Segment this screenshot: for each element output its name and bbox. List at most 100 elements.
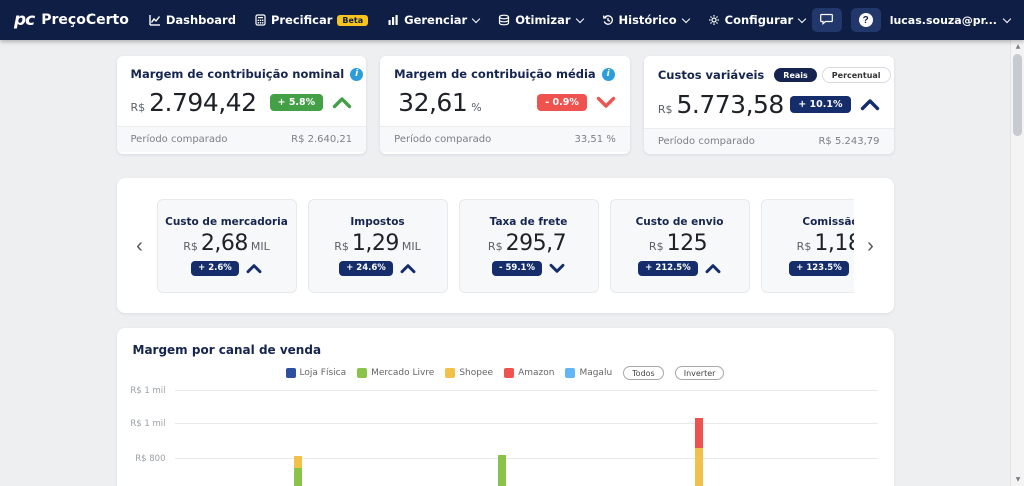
gear-icon <box>708 14 720 26</box>
nav-label: Gerenciar <box>404 13 468 27</box>
metric-amount: 32,61 <box>398 88 468 117</box>
legend-loja-fisica[interactable]: Loja Física <box>285 368 346 378</box>
trend-badge: - 0.9% <box>537 94 587 111</box>
todos-button[interactable]: Todos <box>623 366 664 380</box>
metric-card-margem-nominal: Margem de contribuição nominal i R$ 2.79… <box>116 56 367 154</box>
unit-suffix: MIL <box>401 239 421 253</box>
unit-suffix: % <box>471 101 482 114</box>
nav-historico[interactable]: Histórico <box>602 13 690 27</box>
chevron-down-icon <box>596 96 616 109</box>
chevron-up-icon <box>400 263 416 274</box>
toggle-percentual[interactable]: Percentual <box>821 67 891 83</box>
carousel-next-button[interactable]: › <box>860 226 882 266</box>
inverter-button[interactable]: Inverter <box>674 366 725 380</box>
nav-label: Precificar <box>270 13 333 27</box>
chart-title: Margem por canal de venda <box>132 343 322 357</box>
cost-value: R$ 1,29 MIL <box>334 231 421 256</box>
cost-amount: 1,29 <box>351 230 399 256</box>
cost-card-impostos: Impostos R$ 1,29 MIL + 24.6% <box>307 198 448 293</box>
y-axis-label: R$ 800 <box>135 453 166 464</box>
nav-dashboard[interactable]: Dashboard <box>149 13 236 27</box>
metric-footer: Período comparado R$ 2.640,21 <box>116 126 367 152</box>
app-window: pc PreçoCerto Dashboard Precificar Beta … <box>0 0 1024 486</box>
legend-label: Mercado Livre <box>371 368 435 378</box>
chart-gridline: R$ 1 mil <box>130 419 878 429</box>
chevron-up-icon <box>860 98 880 111</box>
trend-badge: + 24.6% <box>339 260 393 276</box>
bar-segment <box>497 455 506 486</box>
currency-prefix: R$ <box>796 239 812 253</box>
metric-cards-row: Margem de contribuição nominal i R$ 2.79… <box>116 56 894 154</box>
cost-title: Custo de envio <box>635 215 724 228</box>
trend-badge: + 2.6% <box>191 260 239 276</box>
scrollbar-thumb[interactable] <box>1013 54 1022 136</box>
carousel-prev-button[interactable]: ‹ <box>129 226 151 266</box>
page-scrollbar[interactable]: ▲ ▼ <box>1010 40 1024 486</box>
navbar-right: ? lucas.souza@pr... <box>811 8 1012 32</box>
footer-label: Período comparado <box>394 134 492 145</box>
question-icon: ? <box>858 13 873 27</box>
cost-card-frete: Taxa de frete R$ 295,7 - 59.1% <box>458 198 599 293</box>
legend-shopee[interactable]: Shopee <box>445 368 493 378</box>
main-nav: Dashboard Precificar Beta Gerenciar Otim… <box>149 13 807 27</box>
top-navbar: pc PreçoCerto Dashboard Precificar Beta … <box>0 0 1024 40</box>
cost-title: Comissão <box>802 215 854 228</box>
metric-card-custos-variaveis: Custos variáveis Reais Percentual − R$ 5… <box>643 56 894 154</box>
chevron-down-icon <box>1002 14 1012 23</box>
info-icon[interactable]: i <box>601 67 615 81</box>
cost-amount: 295,7 <box>505 230 567 256</box>
nav-otimizar[interactable]: Otimizar <box>498 13 584 27</box>
carousel-track: Custo de mercadoria R$ 2,68 MIL + 2.6% I… <box>156 198 854 293</box>
chevron-down-icon <box>797 14 807 23</box>
metric-value: R$ 5.773,58 <box>658 90 788 119</box>
scroll-down-icon[interactable]: ▼ <box>1011 476 1024 483</box>
metric-value: 32,61 % <box>394 88 482 117</box>
nav-precificar[interactable]: Precificar Beta <box>255 13 369 27</box>
metric-title: Custos variáveis <box>657 68 765 82</box>
currency-prefix: R$ <box>334 239 349 253</box>
chevron-down-icon <box>575 14 584 23</box>
trend-badge: + 5.8% <box>269 94 324 111</box>
info-icon[interactable]: i <box>350 67 364 81</box>
footer-value: 33,51 % <box>574 134 616 145</box>
chart-gridline: R$ 1 mil <box>130 386 878 396</box>
y-axis-label: R$ 1 mil <box>130 385 166 396</box>
costs-carousel: ‹ Custo de mercadoria R$ 2,68 MIL + 2.6% <box>116 178 894 313</box>
metric-footer: Período comparado R$ 5.243,79 <box>643 128 894 154</box>
cost-title: Impostos <box>350 215 405 228</box>
chevron-down-icon <box>681 14 690 23</box>
cost-amount: 125 <box>666 230 708 256</box>
footer-label: Período comparado <box>130 134 228 145</box>
legend-magalu[interactable]: Magalu <box>565 368 612 378</box>
bar-segment <box>294 456 302 468</box>
cost-card-envio: Custo de envio R$ 125 + 212.5% <box>609 198 750 293</box>
legend-mercado-livre[interactable]: Mercado Livre <box>357 368 434 378</box>
toggle-reais[interactable]: Reais <box>774 68 817 82</box>
user-menu[interactable]: lucas.souza@pr... <box>890 14 1012 27</box>
nav-configurar[interactable]: Configurar <box>708 13 807 27</box>
footer-value: R$ 5.243,79 <box>818 136 880 147</box>
metric-value: R$ 2.794,42 <box>131 88 261 117</box>
metric-amount: 2.794,42 <box>149 88 257 117</box>
brand-logo-icon: pc <box>14 10 35 30</box>
cost-amount: 2,68 <box>200 230 248 256</box>
scroll-up-icon[interactable]: ▲ <box>1011 43 1024 50</box>
beta-badge: Beta <box>337 14 369 26</box>
history-icon <box>602 14 614 26</box>
chart-gridline: R$ 800 <box>135 454 878 464</box>
margin-by-channel-chart-card: Margem por canal de venda Loja Física Me… <box>116 328 894 486</box>
chat-button[interactable] <box>811 8 842 32</box>
legend-amazon[interactable]: Amazon <box>504 368 554 378</box>
nav-gerenciar[interactable]: Gerenciar <box>387 13 481 27</box>
cost-amount: 1,18 <box>814 230 853 256</box>
coins-icon <box>498 14 510 26</box>
dashboard-content: Margem de contribuição nominal i R$ 2.79… <box>0 40 1010 486</box>
cost-value: R$ 295,7 <box>488 231 569 256</box>
cost-card-comissao: Comissão R$ 1,18 + 123.5% <box>760 198 854 293</box>
swatch-icon <box>565 368 576 378</box>
chart-plot: R$ 1 mil R$ 1 mil R$ 800 <box>130 380 878 486</box>
help-button[interactable]: ? <box>850 8 881 32</box>
chevron-down-icon <box>471 14 481 23</box>
line-chart-icon <box>149 14 161 26</box>
brand[interactable]: pc PreçoCerto <box>14 10 129 30</box>
